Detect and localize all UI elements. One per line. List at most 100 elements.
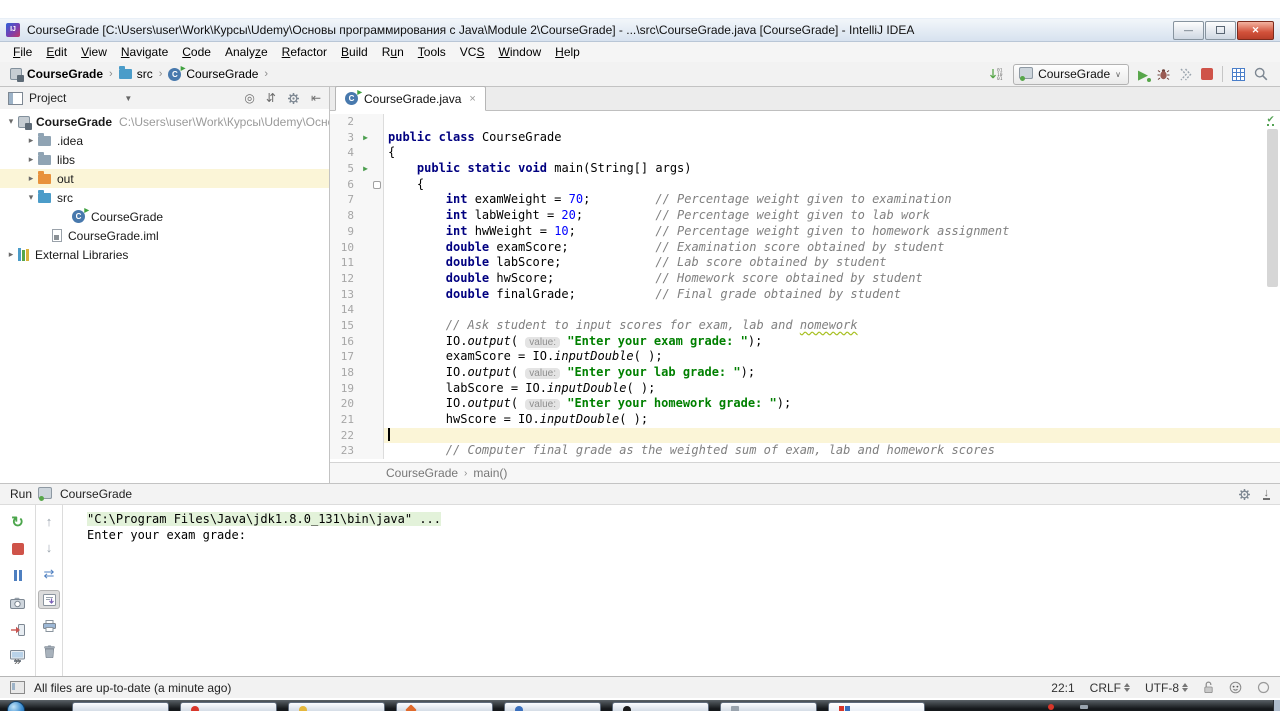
code-line-22[interactable]: 22 <box>330 428 1280 444</box>
chevron-expanded-icon[interactable]: ▾ <box>24 192 38 203</box>
settings-gear-icon[interactable] <box>287 92 300 105</box>
taskbar-button-red[interactable] <box>180 702 277 711</box>
close-button[interactable]: ✕ <box>1237 21 1274 40</box>
rerun-button[interactable]: ↻ <box>7 512 29 531</box>
exit-process-button[interactable] <box>7 620 29 639</box>
taskbar-button-yellow[interactable] <box>288 702 385 711</box>
code-line-18[interactable]: 18 IO.output( value: "Enter your lab gra… <box>330 365 1280 381</box>
line-ending-widget[interactable]: CRLF <box>1090 681 1130 695</box>
chevron-expanded-icon[interactable]: ▾ <box>4 116 18 127</box>
coverage-button[interactable] <box>1179 68 1192 81</box>
clear-all-button[interactable] <box>38 642 60 661</box>
breadcrumb-item[interactable]: CourseGrade <box>386 466 458 480</box>
locate-file-icon[interactable]: ◎ <box>244 91 254 105</box>
tree-item-out[interactable]: ▸out <box>0 169 329 188</box>
code-line-15[interactable]: 15 // Ask student to input scores for ex… <box>330 318 1280 334</box>
menu-item-file[interactable]: File <box>6 43 39 61</box>
breadcrumb-item[interactable]: CourseGrade <box>168 67 258 81</box>
code-line-2[interactable]: 2 <box>330 114 1280 130</box>
run-configuration-select[interactable]: CourseGrade ∨ <box>1013 64 1129 85</box>
fold-marker-icon[interactable] <box>372 177 384 193</box>
code-line-13[interactable]: 13 double finalGrade; // Final grade obt… <box>330 287 1280 303</box>
taskbar-button-orange[interactable] <box>396 702 493 711</box>
menu-item-navigate[interactable]: Navigate <box>114 43 175 61</box>
taskbar-button-none[interactable] <box>72 702 169 711</box>
tree-item-libs[interactable]: ▸libs <box>0 150 329 169</box>
code-line-4[interactable]: 4{ <box>330 145 1280 161</box>
code-line-16[interactable]: 16 IO.output( value: "Enter your exam gr… <box>330 334 1280 350</box>
taskbar-button-gray[interactable] <box>720 702 817 711</box>
caret-position-widget[interactable]: 22:1 <box>1051 681 1074 695</box>
menu-item-refactor[interactable]: Refactor <box>275 43 334 61</box>
show-desktop-button[interactable] <box>1273 700 1280 711</box>
stop-button[interactable] <box>1201 68 1213 80</box>
taskbar-button-blue[interactable] <box>504 702 601 711</box>
run-line-icon[interactable]: ▶ <box>359 161 372 177</box>
console-output[interactable]: "C:\Program Files\Java\jdk1.8.0_131\bin\… <box>63 505 1280 676</box>
tray-icon-red[interactable] <box>1048 704 1054 710</box>
code-line-20[interactable]: 20 IO.output( value: "Enter your homewor… <box>330 396 1280 412</box>
menu-item-help[interactable]: Help <box>548 43 587 61</box>
run-button[interactable]: ▶ <box>1138 68 1148 81</box>
notifications-icon[interactable] <box>1257 681 1270 694</box>
tree-item-external-libraries[interactable]: ▸External Libraries <box>0 245 329 264</box>
breadcrumb-item[interactable]: main() <box>473 466 507 480</box>
chevron-collapsed-icon[interactable]: ▸ <box>4 249 18 260</box>
print-button[interactable] <box>38 616 60 635</box>
taskbar-button-idea[interactable] <box>828 702 925 711</box>
menu-item-build[interactable]: Build <box>334 43 375 61</box>
debug-button[interactable] <box>1157 68 1170 81</box>
menu-item-edit[interactable]: Edit <box>39 43 74 61</box>
more-actions-button[interactable]: » <box>0 654 35 668</box>
hide-panel-icon[interactable]: ⇤ <box>311 91 321 105</box>
menu-item-run[interactable]: Run <box>375 43 411 61</box>
code-line-14[interactable]: 14 <box>330 302 1280 318</box>
inspections-ok-icon[interactable]: ✔ <box>1267 113 1274 126</box>
run-tab-label[interactable]: CourseGrade <box>60 487 132 501</box>
down-stack-trace-button[interactable]: ↓ <box>38 538 60 557</box>
taskbar-button-black[interactable] <box>612 702 709 711</box>
code-line-6[interactable]: 6 { <box>330 177 1280 193</box>
code-line-21[interactable]: 21 hwScore = IO.inputDouble( ); <box>330 412 1280 428</box>
chevron-collapsed-icon[interactable]: ▸ <box>24 173 38 184</box>
project-structure-button[interactable] <box>1232 68 1245 81</box>
code-editor[interactable]: 23▶public class CourseGrade4{5▶ public s… <box>330 111 1280 462</box>
code-line-17[interactable]: 17 examScore = IO.inputDouble( ); <box>330 349 1280 365</box>
menu-item-analyze[interactable]: Analyze <box>218 43 275 61</box>
encoding-widget[interactable]: UTF-8 <box>1145 681 1188 695</box>
collapse-all-icon[interactable]: ⇵ <box>266 91 276 105</box>
menu-item-tools[interactable]: Tools <box>411 43 453 61</box>
sort-numeric-icon[interactable]: 011001 <box>989 67 1004 81</box>
hector-inspector-icon[interactable] <box>1229 681 1242 694</box>
code-line-3[interactable]: 3▶public class CourseGrade <box>330 130 1280 146</box>
code-line-10[interactable]: 10 double examScore; // Examination scor… <box>330 240 1280 256</box>
code-line-8[interactable]: 8 int labWeight = 20; // Percentage weig… <box>330 208 1280 224</box>
code-line-7[interactable]: 7 int examWeight = 70; // Percentage wei… <box>330 192 1280 208</box>
editor-tab-coursegrade[interactable]: CourseGrade.java × <box>335 86 486 111</box>
maximize-button[interactable] <box>1205 21 1236 40</box>
chevron-down-icon[interactable]: ▼ <box>124 94 132 103</box>
code-line-23[interactable]: 23 // Computer final grade as the weight… <box>330 443 1280 459</box>
menu-item-window[interactable]: Window <box>491 43 548 61</box>
settings-gear-icon[interactable] <box>1238 488 1251 501</box>
tree-item--idea[interactable]: ▸.idea <box>0 131 329 150</box>
tree-item-coursegrade[interactable]: ▾CourseGradeC:\Users\user\Work\Курсы\Ude… <box>0 112 329 131</box>
tree-item-coursegrade[interactable]: CourseGrade <box>0 207 329 226</box>
tree-item-src[interactable]: ▾src <box>0 188 329 207</box>
minimize-button[interactable]: — <box>1173 21 1204 40</box>
code-line-9[interactable]: 9 int hwWeight = 10; // Percentage weigh… <box>330 224 1280 240</box>
status-message[interactable]: All files are up-to-date (a minute ago) <box>34 681 231 695</box>
search-everywhere-button[interactable] <box>1254 67 1268 81</box>
code-line-11[interactable]: 11 double labScore; // Lab score obtaine… <box>330 255 1280 271</box>
menu-item-vcs[interactable]: VCS <box>453 43 492 61</box>
toolwindow-quick-access-icon[interactable] <box>10 681 25 694</box>
menu-item-view[interactable]: View <box>74 43 114 61</box>
tray-icon-gray[interactable] <box>1080 705 1088 709</box>
stop-process-button[interactable] <box>7 539 29 558</box>
lock-icon[interactable] <box>1203 681 1214 694</box>
soft-wrap-button[interactable]: ⇄ <box>38 564 60 583</box>
pause-output-button[interactable] <box>7 566 29 585</box>
window-titlebar[interactable]: IJ CourseGrade [C:\Users\user\Work\Курсы… <box>0 18 1280 42</box>
start-button[interactable] <box>7 701 25 711</box>
editor-scrollbar[interactable] <box>1267 129 1278 287</box>
